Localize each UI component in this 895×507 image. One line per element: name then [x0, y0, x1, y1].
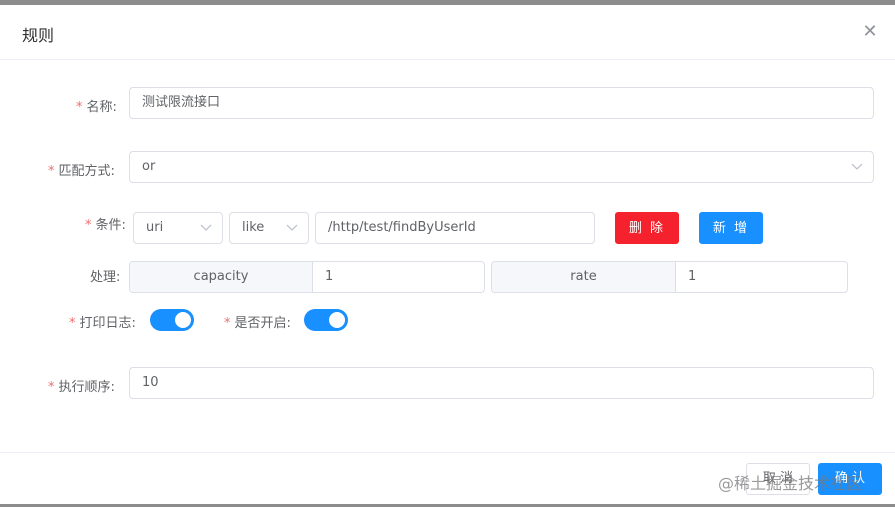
chevron-down-icon — [851, 152, 863, 182]
name-label: * 名称: — [76, 96, 117, 115]
chevron-down-icon — [286, 213, 298, 243]
rate-input[interactable]: 1 — [676, 262, 847, 292]
window-top-bar — [0, 0, 895, 5]
confirm-button[interactable]: 确 认 — [818, 463, 882, 495]
log-toggle[interactable] — [150, 309, 194, 331]
required-mark: * — [76, 100, 83, 115]
match-mode-value: or — [142, 159, 156, 174]
condition-operator-value: like — [242, 220, 265, 235]
enabled-switch-label-text: 是否开启: — [234, 316, 291, 331]
dialog-title: 规则 — [22, 26, 55, 45]
handler-label: 处理: — [90, 270, 121, 285]
toggle-knob — [175, 312, 191, 328]
order-input[interactable]: 10 — [129, 367, 874, 399]
required-mark: * — [85, 218, 92, 233]
rate-input-group: rate 1 — [491, 261, 848, 293]
enabled-switch-label: * 是否开启: — [224, 312, 291, 331]
order-label: * 执行顺序: — [48, 376, 115, 395]
condition-value-input[interactable]: /http/test/findByUserId — [315, 212, 595, 244]
add-condition-button[interactable]: 新 增 — [699, 212, 763, 244]
capacity-addon: capacity — [130, 262, 313, 292]
match-mode-label: * 匹配方式: — [48, 160, 115, 179]
condition-field-value: uri — [146, 220, 164, 235]
name-input[interactable]: 测试限流接口 — [129, 87, 874, 119]
order-label-text: 执行顺序: — [58, 380, 115, 395]
required-mark: * — [48, 380, 55, 395]
enabled-toggle[interactable] — [304, 309, 348, 331]
rate-addon: rate — [492, 262, 676, 292]
required-mark: * — [69, 316, 76, 331]
chevron-down-icon — [200, 213, 212, 243]
condition-operator-select[interactable]: like — [229, 212, 309, 244]
match-mode-label-text: 匹配方式: — [58, 164, 115, 179]
capacity-input-group: capacity 1 — [129, 261, 485, 293]
condition-label-text: 条件: — [95, 218, 126, 233]
header-divider — [0, 59, 895, 60]
log-switch-label-text: 打印日志: — [79, 316, 136, 331]
delete-condition-button[interactable]: 删 除 — [615, 212, 679, 244]
capacity-input[interactable]: 1 — [313, 262, 484, 292]
close-icon[interactable]: ✕ — [862, 23, 878, 41]
cancel-button[interactable]: 取 消 — [746, 463, 810, 495]
required-mark: * — [224, 316, 231, 331]
footer-divider — [0, 452, 895, 453]
name-label-text: 名称: — [86, 100, 117, 115]
toggle-knob — [329, 312, 345, 328]
match-mode-select[interactable]: or — [129, 151, 874, 183]
condition-field-select[interactable]: uri — [133, 212, 223, 244]
condition-label: * 条件: — [85, 214, 126, 233]
log-switch-label: * 打印日志: — [69, 312, 136, 331]
required-mark: * — [48, 164, 55, 179]
